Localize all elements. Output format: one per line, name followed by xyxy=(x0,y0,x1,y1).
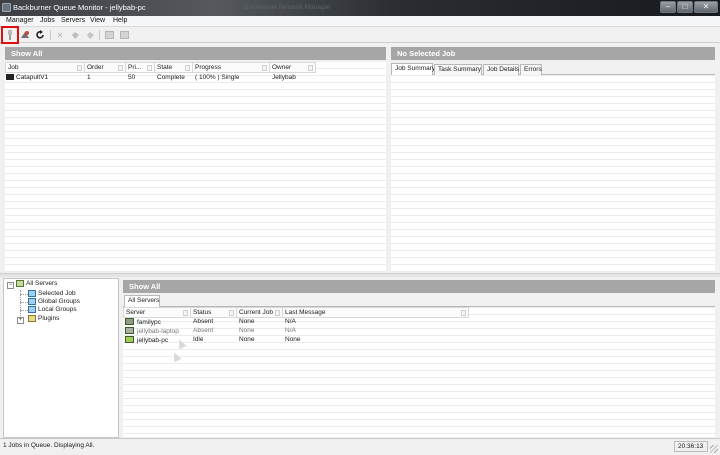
col-server[interactable]: Server xyxy=(123,307,191,318)
activate-icon[interactable] xyxy=(69,29,81,41)
current-job-cell: None xyxy=(239,318,255,325)
status-cell: Absent xyxy=(193,327,214,334)
tree-line xyxy=(20,294,28,295)
table-row[interactable]: CatapultV1 1 50 Complete ( 100% ) Single… xyxy=(5,74,386,82)
owner-cell: Jellybab xyxy=(272,74,296,81)
queue-status-text: 1 Jobs in Queue. Displaying All. xyxy=(3,442,95,449)
status-bar: 1 Jobs in Queue. Displaying All. 20:36:1… xyxy=(0,438,720,455)
col-priority[interactable]: Pri... xyxy=(126,62,155,73)
menu-view[interactable]: View xyxy=(90,17,105,24)
title-bar[interactable]: Backburner Queue Monitor - jellybab-pc B… xyxy=(0,0,720,16)
tree-line xyxy=(20,302,28,303)
tab-errors[interactable]: Errors xyxy=(520,64,542,75)
archive-icon[interactable] xyxy=(118,29,130,41)
mouse-cursor-trail xyxy=(170,350,182,363)
server-tree[interactable]: − All Servers Selected Job Global Groups… xyxy=(3,278,119,438)
refresh-icon[interactable] xyxy=(34,29,46,41)
jobs-list[interactable]: Job Order Pri... State Progress Owner Ca… xyxy=(5,62,386,272)
col-last-message[interactable]: Last Message xyxy=(283,307,469,318)
tree-item-local-groups[interactable]: Local Groups xyxy=(28,306,77,313)
app-icon xyxy=(2,3,11,12)
expand-icon[interactable]: + xyxy=(17,317,24,324)
last-message-cell: N/A xyxy=(285,327,296,334)
toolbar-separator xyxy=(99,30,100,40)
order-cell: 1 xyxy=(87,74,91,81)
tab-task-summary[interactable]: Task Summary xyxy=(434,64,482,75)
jobs-panel-header: Show All xyxy=(5,47,386,60)
folder-icon xyxy=(28,290,36,297)
server-absent-icon xyxy=(125,318,134,325)
menu-jobs[interactable]: Jobs xyxy=(40,17,55,24)
last-message-cell: N/A xyxy=(285,318,296,325)
tree-item-selected-job[interactable]: Selected Job xyxy=(28,290,76,297)
server-cell: jellybab-laptop xyxy=(125,327,179,335)
server-idle-icon xyxy=(125,336,134,343)
menu-manager[interactable]: Manager xyxy=(6,17,34,24)
horizontal-splitter[interactable] xyxy=(0,273,720,277)
tree-item-global-groups[interactable]: Global Groups xyxy=(28,298,80,305)
status-cell: Absent xyxy=(193,318,214,325)
servers-list[interactable]: All Servers Server Status Current Job La… xyxy=(123,294,715,437)
queue-monitor-window: Backburner Queue Monitor - jellybab-pc B… xyxy=(0,0,720,455)
current-job-cell: None xyxy=(239,336,255,343)
clock-readout: 20:36:13 xyxy=(674,441,708,452)
menu-servers[interactable]: Servers xyxy=(61,17,85,24)
server-absent-icon xyxy=(125,327,134,334)
background-window-title: Backburner Network Manager xyxy=(244,4,331,11)
details-pane: Job Summary Task Summary Job Details Err… xyxy=(391,62,715,272)
servers-column-header: Server Status Current Job Last Message xyxy=(123,307,715,318)
toolbar-separator xyxy=(50,30,51,40)
delete-icon[interactable]: ✕ xyxy=(54,29,66,41)
server-cell: jellybab-pc xyxy=(125,336,168,344)
details-panel-header: No Selected Job xyxy=(391,47,715,60)
clone-icon[interactable] xyxy=(103,29,115,41)
col-owner[interactable]: Owner xyxy=(270,62,316,73)
tab-all-servers[interactable]: All Servers xyxy=(124,295,160,307)
col-order[interactable]: Order xyxy=(85,62,126,73)
status-cell: Idle xyxy=(193,336,204,343)
priority-cell: 50 xyxy=(128,74,136,81)
tree-item-all-servers[interactable]: All Servers xyxy=(16,280,57,287)
col-state[interactable]: State xyxy=(155,62,193,73)
collapse-icon[interactable]: − xyxy=(7,282,14,289)
tab-job-summary[interactable]: Job Summary xyxy=(391,63,435,75)
menu-bar: Manager Jobs Servers View Help xyxy=(0,16,720,27)
menu-help[interactable]: Help xyxy=(113,17,127,24)
table-row[interactable]: jellybab-laptop Absent None N/A xyxy=(123,327,469,335)
window-title: Backburner Queue Monitor - jellybab-pc xyxy=(13,3,146,12)
state-cell: Complete xyxy=(157,74,185,81)
col-progress[interactable]: Progress xyxy=(193,62,270,73)
suspend-icon[interactable] xyxy=(84,29,96,41)
job-cell: CatapultV1 xyxy=(6,74,48,81)
tab-job-details[interactable]: Job Details xyxy=(483,64,519,75)
col-job[interactable]: Job xyxy=(5,62,85,73)
folder-icon xyxy=(28,298,36,305)
progress-cell: ( 100% ) Single xyxy=(195,74,240,81)
toolbar: ✕ xyxy=(0,26,720,44)
servers-panel-header: Show All xyxy=(123,280,715,293)
col-current-job[interactable]: Current Job xyxy=(237,307,283,318)
job-icon xyxy=(6,74,14,80)
server-cell: familypc xyxy=(125,318,161,326)
server-group-icon xyxy=(16,280,24,287)
resize-grip[interactable] xyxy=(710,445,718,453)
current-job-cell: None xyxy=(239,327,255,334)
tree-line xyxy=(20,310,28,311)
connect-icon[interactable] xyxy=(1,26,19,44)
col-status[interactable]: Status xyxy=(191,307,237,318)
servers-tab-strip xyxy=(123,294,715,307)
table-row[interactable]: familypc Absent None N/A xyxy=(123,318,469,326)
maximize-button[interactable]: □ xyxy=(677,1,693,13)
last-message-cell: None xyxy=(285,336,301,343)
tree-item-plugins[interactable]: Plugins xyxy=(28,315,59,322)
close-button[interactable]: ✕ xyxy=(694,1,718,13)
plugin-icon xyxy=(28,315,36,322)
folder-icon xyxy=(28,306,36,313)
minimize-button[interactable]: – xyxy=(660,1,676,13)
job-settings-icon[interactable] xyxy=(19,29,31,41)
